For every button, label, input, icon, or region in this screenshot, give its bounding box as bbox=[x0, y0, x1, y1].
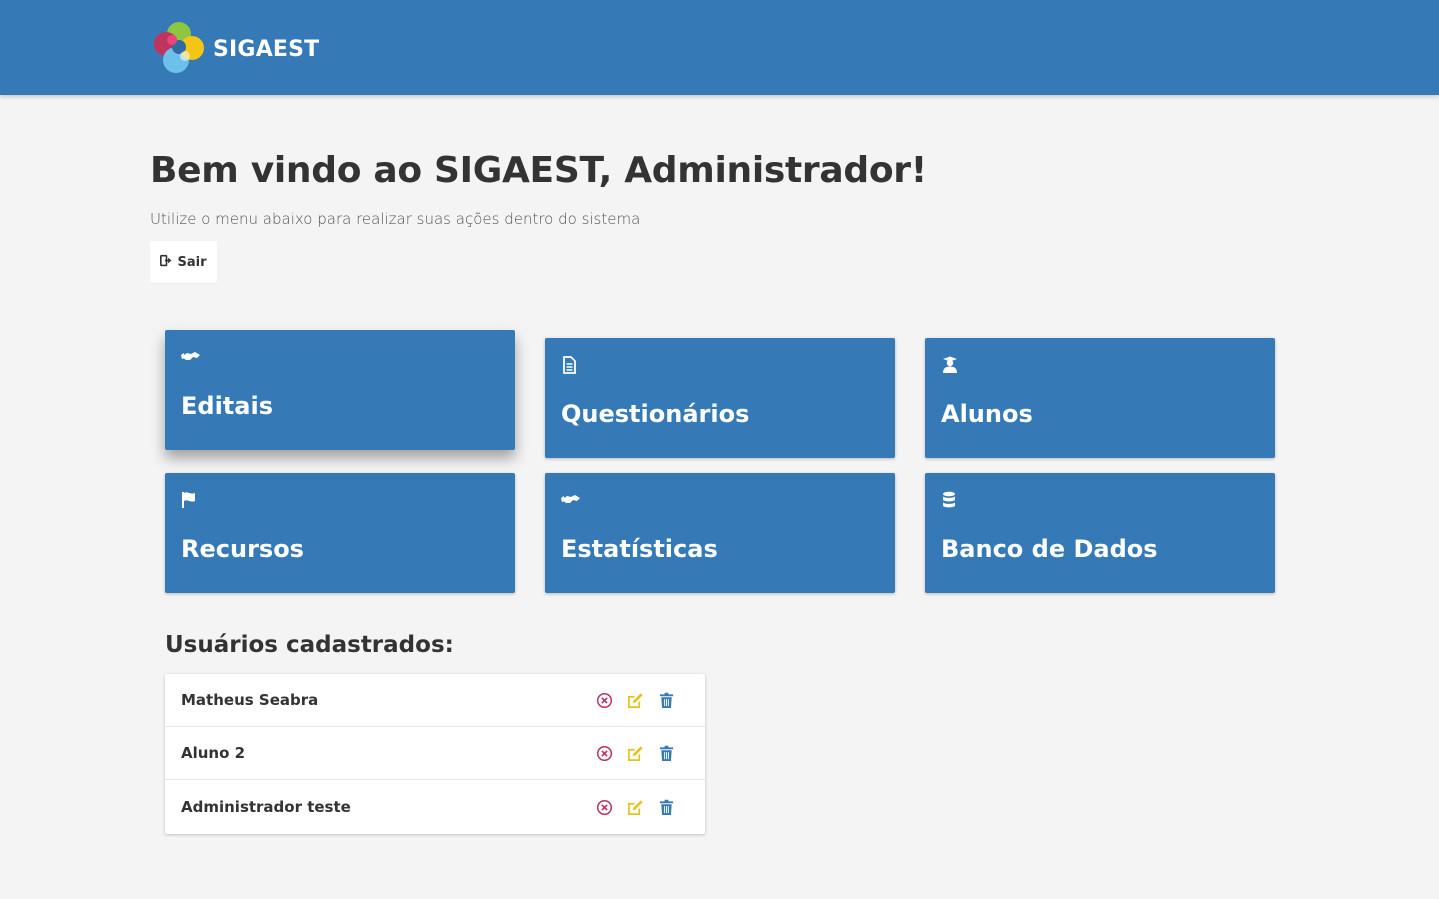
page-subtitle: Utilize o menu abaixo para realizar suas… bbox=[150, 210, 641, 228]
user-name: Aluno 2 bbox=[181, 744, 246, 762]
edit-user-icon[interactable] bbox=[626, 691, 644, 709]
menu-card-label: Estatísticas bbox=[561, 535, 718, 563]
flag-icon bbox=[181, 491, 201, 509]
handshake-icon bbox=[561, 491, 581, 509]
menu-card-editais[interactable]: Editais bbox=[165, 330, 515, 450]
block-user-icon[interactable] bbox=[595, 744, 613, 762]
top-bar: SIGAEST bbox=[0, 0, 1439, 95]
edit-user-icon[interactable] bbox=[626, 798, 644, 816]
logout-label: Sair bbox=[177, 254, 207, 270]
menu-card-questionarios[interactable]: Questionários bbox=[545, 338, 895, 458]
user-name: Administrador teste bbox=[181, 798, 351, 816]
menu-card-label: Recursos bbox=[181, 535, 304, 563]
menu-card-label: Questionários bbox=[561, 400, 750, 428]
brand[interactable]: SIGAEST bbox=[150, 18, 319, 80]
file-text-icon bbox=[561, 356, 581, 374]
user-actions bbox=[595, 798, 688, 816]
edit-user-icon[interactable] bbox=[626, 744, 644, 762]
users-list: Matheus Seabra Aluno 2 Administrador tes… bbox=[165, 674, 705, 834]
handshake-icon bbox=[181, 348, 201, 366]
menu-card-label: Banco de Dados bbox=[941, 535, 1158, 563]
delete-user-icon[interactable] bbox=[657, 744, 675, 762]
menu-card-recursos[interactable]: Recursos bbox=[165, 473, 515, 593]
user-actions bbox=[595, 691, 688, 709]
database-icon bbox=[941, 491, 961, 509]
logout-button[interactable]: Sair bbox=[150, 241, 217, 283]
list-item: Matheus Seabra bbox=[165, 674, 705, 727]
menu-card-label: Alunos bbox=[941, 400, 1033, 428]
sign-out-icon bbox=[160, 254, 177, 271]
logo-icon bbox=[150, 18, 208, 80]
menu-card-banco-de-dados[interactable]: Banco de Dados bbox=[925, 473, 1275, 593]
list-item: Administrador teste bbox=[165, 780, 705, 834]
list-item: Aluno 2 bbox=[165, 727, 705, 780]
graduate-icon bbox=[941, 356, 961, 374]
user-actions bbox=[595, 744, 688, 762]
delete-user-icon[interactable] bbox=[657, 798, 675, 816]
block-user-icon[interactable] bbox=[595, 798, 613, 816]
menu-card-alunos[interactable]: Alunos bbox=[925, 338, 1275, 458]
block-user-icon[interactable] bbox=[595, 691, 613, 709]
users-section-title: Usuários cadastrados: bbox=[165, 632, 454, 658]
delete-user-icon[interactable] bbox=[657, 691, 675, 709]
user-name: Matheus Seabra bbox=[181, 691, 319, 709]
brand-name: SIGAEST bbox=[213, 36, 320, 62]
menu-card-estatisticas[interactable]: Estatísticas bbox=[545, 473, 895, 593]
page-title: Bem vindo ao SIGAEST, Administrador! bbox=[150, 150, 927, 191]
menu-card-label: Editais bbox=[181, 392, 273, 420]
